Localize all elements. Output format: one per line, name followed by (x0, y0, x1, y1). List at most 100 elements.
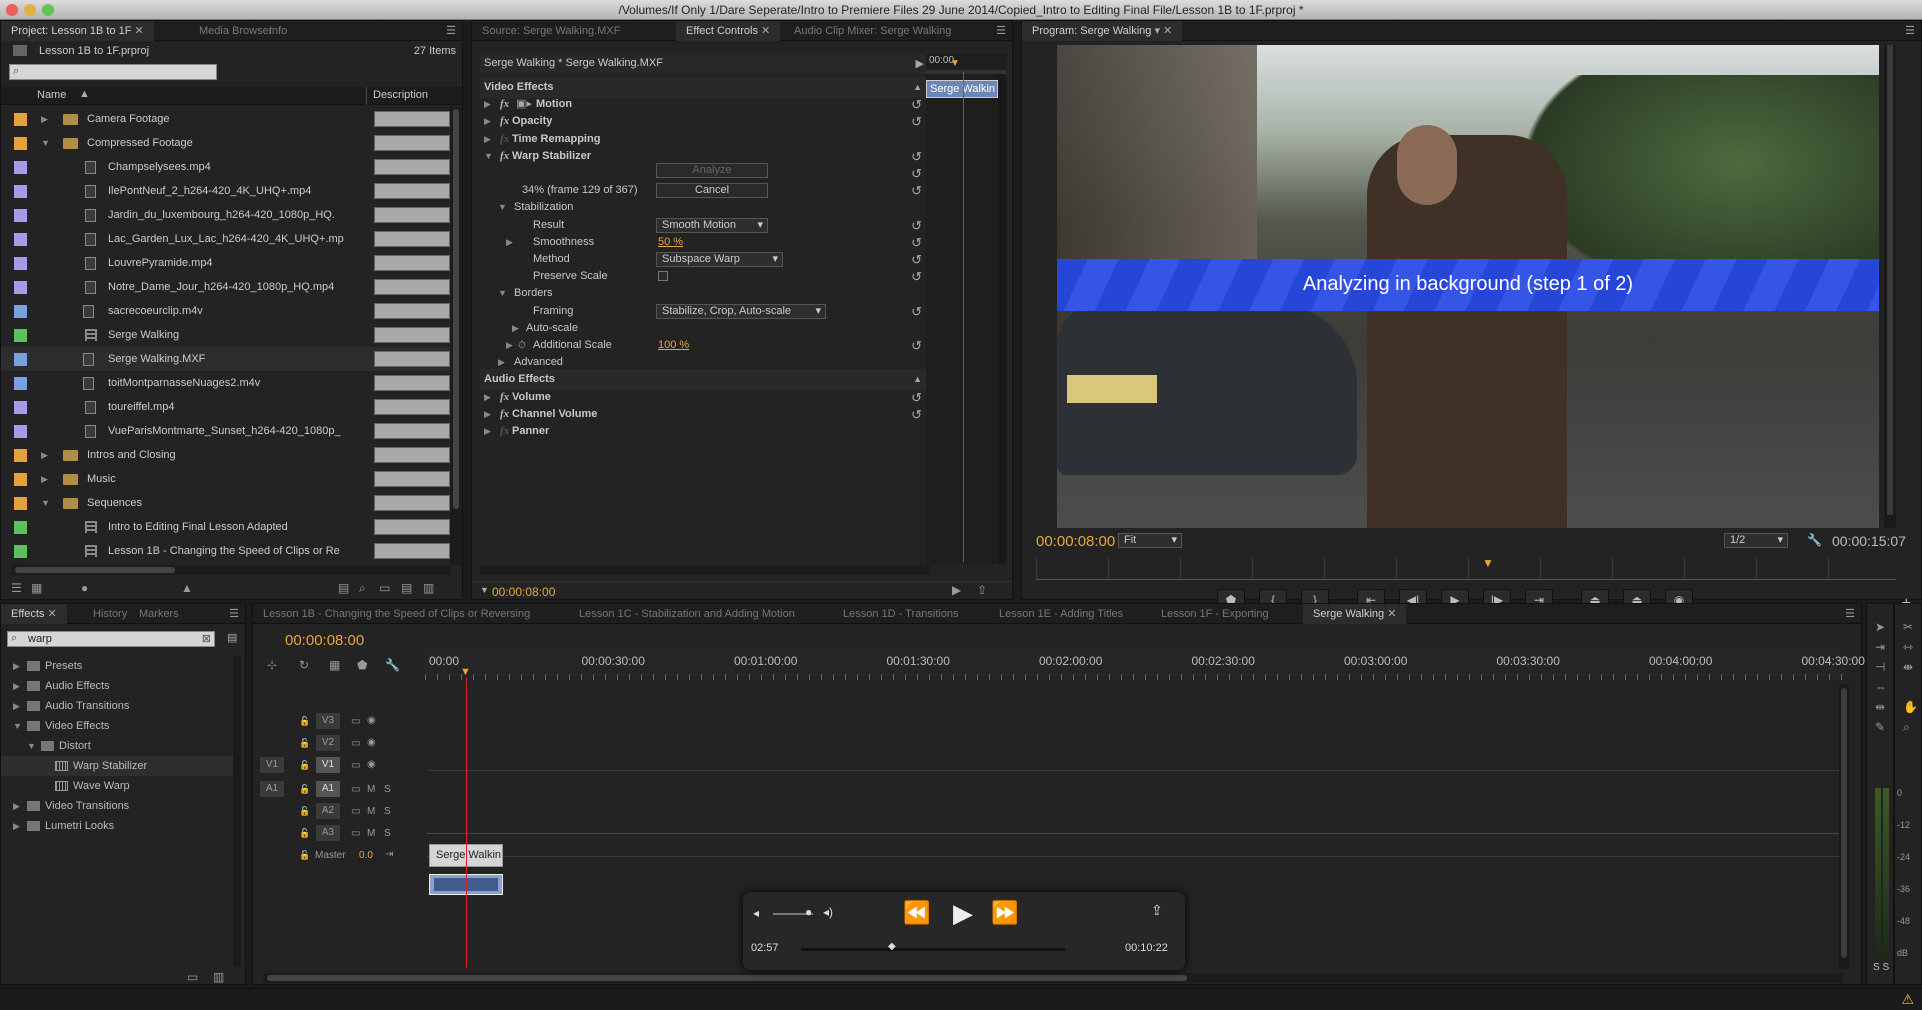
sync-lock-icon[interactable]: ▭ (351, 738, 360, 749)
project-item[interactable]: VueParisMontmarte_Sunset_h264-420_1080p_ (1, 419, 450, 443)
tab-seq-1e[interactable]: Lesson 1E - Adding Titles (989, 604, 1133, 624)
go-to-end-icon[interactable]: ⇥ (385, 849, 393, 860)
label-color-swatch[interactable] (14, 209, 27, 222)
track-target-toggle[interactable]: A3 (315, 824, 341, 842)
tab-seq-1c[interactable]: Lesson 1C - Stabilization and Adding Mot… (569, 604, 805, 624)
trash-icon[interactable]: ▥ (213, 970, 224, 984)
disclosure-triangle-icon[interactable]: ▼ (41, 491, 50, 515)
lock-track-icon[interactable]: 🔓 (299, 850, 310, 861)
fit-select[interactable]: Fit ▾ (1118, 533, 1182, 548)
zoom-tool-icon[interactable]: ⌕ (1903, 720, 1910, 735)
description-field[interactable] (374, 279, 450, 295)
fx-badge-icon[interactable]: fx (500, 421, 509, 442)
solo-button[interactable]: S (384, 828, 391, 839)
play-audio-icon[interactable]: ▶︎ (952, 583, 961, 597)
description-field[interactable] (374, 543, 450, 559)
description-field[interactable] (374, 303, 450, 319)
timeline-playhead[interactable]: ▼ (460, 666, 471, 678)
framing-select[interactable]: Stabilize, Crop, Auto-scale ▾ (656, 303, 826, 319)
lock-track-icon[interactable]: 🔓 (299, 828, 310, 839)
lock-track-icon[interactable]: 🔓 (299, 806, 310, 817)
tab-project[interactable]: Project: Lesson 1B to 1F ✕ (1, 21, 154, 41)
rate-stretch-tool-icon[interactable]: ⇔ (1875, 680, 1887, 694)
project-item[interactable]: IlePontNeuf_2_h264-420_4K_UHQ+.mp4 (1, 179, 450, 203)
resolution-select[interactable]: 1/2 ▾ (1724, 533, 1788, 548)
project-item[interactable]: Serge Walking (1, 323, 450, 347)
program-scrub-bar[interactable]: ▼ (1022, 556, 1921, 584)
cancel-button[interactable]: Cancel (656, 183, 768, 199)
track-target-toggle[interactable]: V2 (315, 734, 341, 752)
description-field[interactable] (374, 159, 450, 175)
disclosure-triangle-icon[interactable]: ▶ (13, 696, 20, 716)
program-playhead[interactable]: ▼ (1482, 556, 1494, 570)
nest-icon[interactable]: ▦ (329, 658, 340, 672)
project-item[interactable]: toitMontparnasseNuages2.m4v (1, 371, 450, 395)
mini-clip[interactable]: Serge Walkin (926, 80, 998, 98)
disclosure-triangle-icon[interactable]: ▼ (27, 736, 36, 756)
timeline-hscroll[interactable] (263, 973, 1843, 983)
monitor-scrollbar[interactable] (1884, 45, 1896, 528)
project-item[interactable]: toureiffel.mp4 (1, 395, 450, 419)
mute-button[interactable]: M (367, 806, 375, 817)
disclosure-triangle-icon[interactable]: ▶ (484, 421, 491, 442)
disclosure-triangle-icon[interactable]: ▶ (41, 107, 48, 131)
label-color-swatch[interactable] (14, 497, 27, 510)
panel-menu-icon[interactable]: ☰ (1905, 24, 1915, 37)
trash-icon[interactable]: ▥ (423, 581, 434, 595)
label-color-swatch[interactable] (14, 305, 27, 318)
mini-scrollbar[interactable] (998, 74, 1006, 564)
tab-markers[interactable]: Markers (129, 604, 189, 624)
panel-menu-icon[interactable]: ☰ (1845, 607, 1855, 620)
label-color-swatch[interactable] (14, 281, 27, 294)
description-field[interactable] (374, 207, 450, 223)
zoom-in-icon[interactable]: ▲ (181, 581, 193, 595)
snap-icon[interactable]: ⊹ (267, 658, 277, 672)
zoom-window-icon[interactable] (42, 4, 54, 16)
project-item[interactable]: Champselysees.mp4 (1, 155, 450, 179)
track-target-toggle[interactable]: A1 (315, 780, 341, 798)
pen-tool-icon[interactable]: ✎ (1875, 720, 1885, 734)
close-window-icon[interactable] (6, 4, 18, 16)
tab-program[interactable]: Program: Serge Walking ▾ ✕ (1022, 21, 1183, 41)
label-color-swatch[interactable] (14, 185, 27, 198)
project-search-input[interactable]: ⌕ (9, 64, 217, 80)
eye-icon[interactable]: ◉ (367, 715, 376, 726)
label-color-swatch[interactable] (14, 353, 27, 366)
column-name[interactable]: Name (37, 89, 66, 101)
eye-icon[interactable]: ◉ (367, 737, 376, 748)
description-field[interactable] (374, 447, 450, 463)
description-field[interactable] (374, 423, 450, 439)
sync-lock-icon[interactable]: ▭ (351, 760, 360, 771)
project-scrollbar[interactable] (450, 107, 462, 565)
slip-tool-icon[interactable]: ⇹ (1875, 700, 1885, 714)
description-field[interactable] (374, 111, 450, 127)
lock-track-icon[interactable]: 🔓 (299, 784, 310, 795)
disclosure-triangle-icon[interactable]: ▶ (41, 467, 48, 491)
linked-selection-icon[interactable]: ↻ (299, 658, 309, 672)
description-field[interactable] (374, 255, 450, 271)
mute-button[interactable]: M (367, 828, 375, 839)
panel-menu-icon[interactable]: ☰ (446, 24, 456, 37)
project-item[interactable]: ▶ Music (1, 467, 450, 491)
panel-menu-icon[interactable]: ☰ (996, 24, 1006, 37)
solo-button[interactable]: S (384, 806, 391, 817)
label-color-swatch[interactable] (14, 257, 27, 270)
lock-track-icon[interactable]: 🔓 (299, 738, 310, 749)
sync-lock-icon[interactable]: ▭ (351, 784, 360, 795)
project-item[interactable]: ▶ Intros and Closing (1, 443, 450, 467)
effects-tree-item[interactable]: ▶ Audio Transitions (1, 696, 233, 716)
description-field[interactable] (374, 327, 450, 343)
video-frame[interactable]: Analyzing in background (step 1 of 2) (1057, 45, 1879, 528)
volume-high-icon[interactable]: ◂) (823, 905, 833, 919)
wrench-icon[interactable]: 🔧 (1807, 533, 1822, 547)
new-bin-icon[interactable]: ▭ (379, 581, 390, 595)
program-timecode[interactable]: 00:00:08:00 (1036, 533, 1115, 550)
rolling-edit-tool-icon[interactable]: ⇿ (1903, 640, 1913, 654)
effects-tree-item[interactable]: Wave Warp (1, 776, 233, 796)
tab-seq-1f[interactable]: Lesson 1F - Exporting (1151, 604, 1279, 624)
player-progress-knob[interactable]: ◆ (888, 941, 896, 952)
source-patch-a1[interactable]: A1 (259, 780, 285, 798)
disclosure-triangle-icon[interactable]: ▶ (13, 676, 20, 696)
description-field[interactable] (374, 375, 450, 391)
automate-sequence-icon[interactable]: ▤ (338, 581, 349, 595)
